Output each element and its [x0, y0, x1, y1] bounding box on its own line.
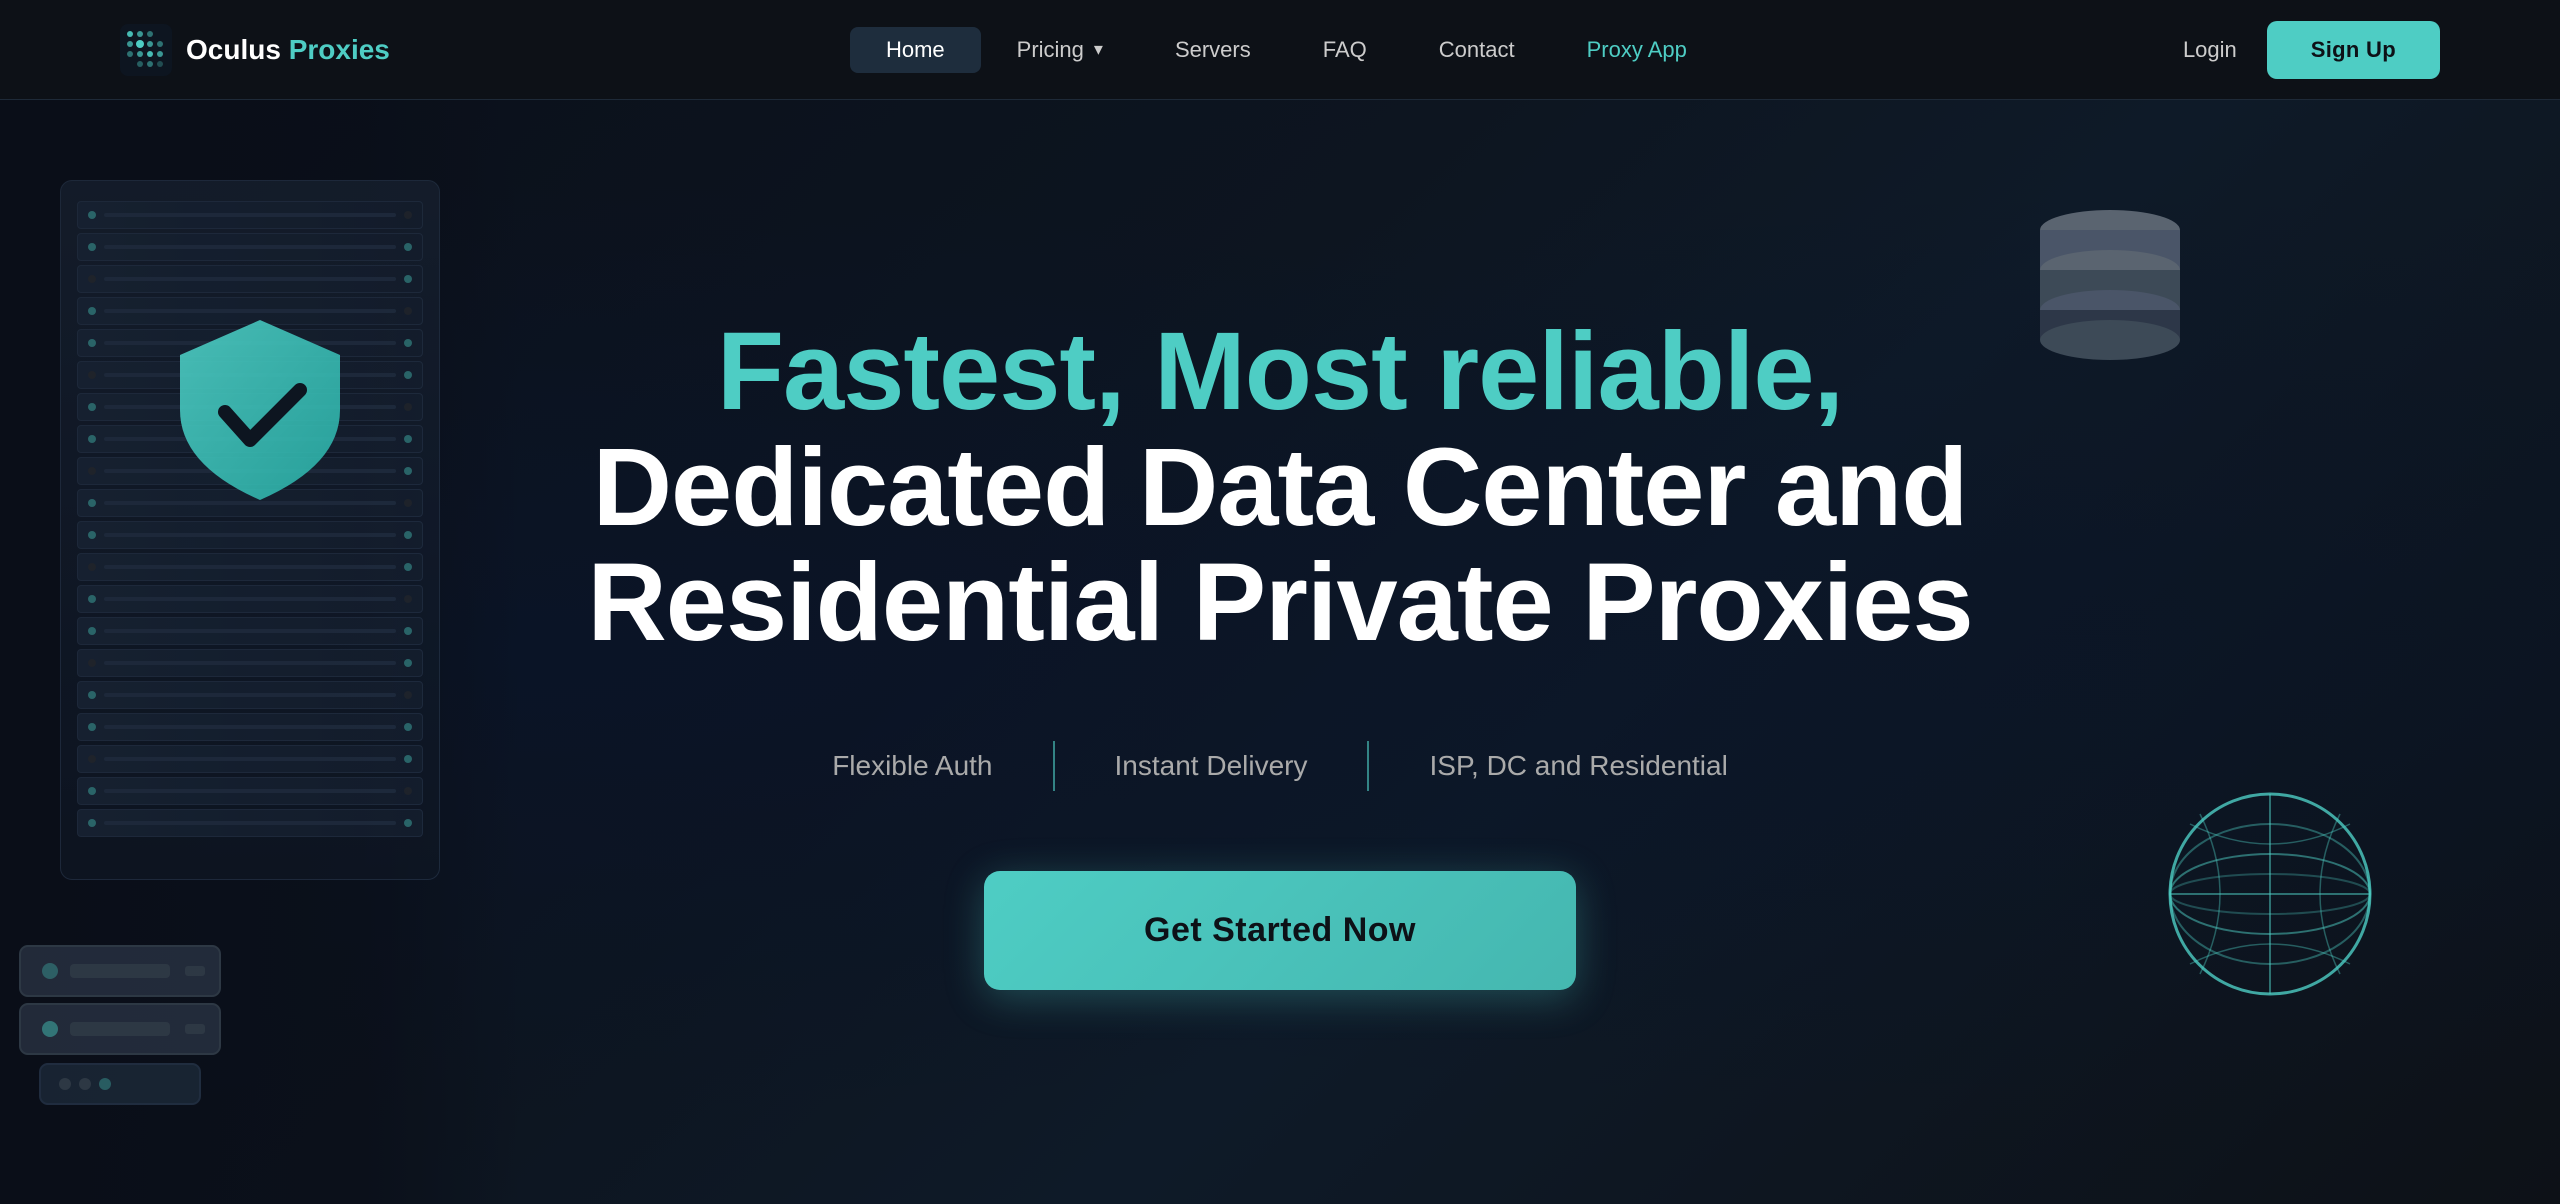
nav-home[interactable]: Home — [850, 27, 981, 73]
logo-accent-text: Proxies — [281, 34, 390, 65]
database-decoration — [2020, 180, 2200, 360]
nav-contact[interactable]: Contact — [1403, 27, 1551, 73]
logo-main-text: Oculus — [186, 34, 281, 65]
hero-section: Fastest, Most reliable, Dedicated Data C… — [0, 100, 2560, 1204]
feature-flexible-auth: Flexible Auth — [772, 750, 1052, 782]
nav-links: Home Pricing ▾ Servers FAQ Contact Proxy… — [850, 27, 1723, 73]
nav-actions: Login Sign Up — [2183, 21, 2440, 79]
server-stack-decoration — [0, 864, 260, 1124]
nav-pricing[interactable]: Pricing ▾ — [981, 27, 1139, 73]
logo[interactable]: Oculus Proxies — [120, 24, 390, 76]
feature-instant-delivery: Instant Delivery — [1055, 750, 1368, 782]
server-stack-icon — [0, 864, 260, 1124]
hero-features: Flexible Auth Instant Delivery ISP, DC a… — [587, 741, 1972, 791]
database-icon — [2020, 180, 2200, 360]
nav-proxy-app[interactable]: Proxy App — [1551, 27, 1723, 73]
logo-text: Oculus Proxies — [186, 34, 390, 66]
signup-button[interactable]: Sign Up — [2267, 21, 2440, 79]
navbar: Oculus Proxies Home Pricing ▾ Servers FA… — [0, 0, 2560, 100]
hero-title-line1: Fastest, Most reliable, — [587, 314, 1972, 430]
server-rack-decoration — [60, 180, 440, 880]
nav-faq[interactable]: FAQ — [1287, 27, 1403, 73]
hero-title-line3: Residential Private Proxies — [587, 545, 1972, 661]
logo-icon — [120, 24, 172, 76]
globe-decoration — [2160, 784, 2380, 1004]
shield-icon — [150, 300, 370, 520]
hero-content: Fastest, Most reliable, Dedicated Data C… — [587, 314, 1972, 990]
feature-divider-2 — [1367, 741, 1369, 791]
shield-decoration — [150, 300, 370, 520]
feature-divider-1 — [1053, 741, 1055, 791]
cta-get-started-button[interactable]: Get Started Now — [984, 871, 1576, 990]
chevron-down-icon: ▾ — [1094, 39, 1103, 60]
feature-isp-dc-residential: ISP, DC and Residential — [1369, 750, 1787, 782]
login-link[interactable]: Login — [2183, 37, 2237, 63]
hero-title-line2: Dedicated Data Center and — [587, 430, 1972, 546]
globe-icon — [2160, 784, 2380, 1004]
nav-servers[interactable]: Servers — [1139, 27, 1287, 73]
